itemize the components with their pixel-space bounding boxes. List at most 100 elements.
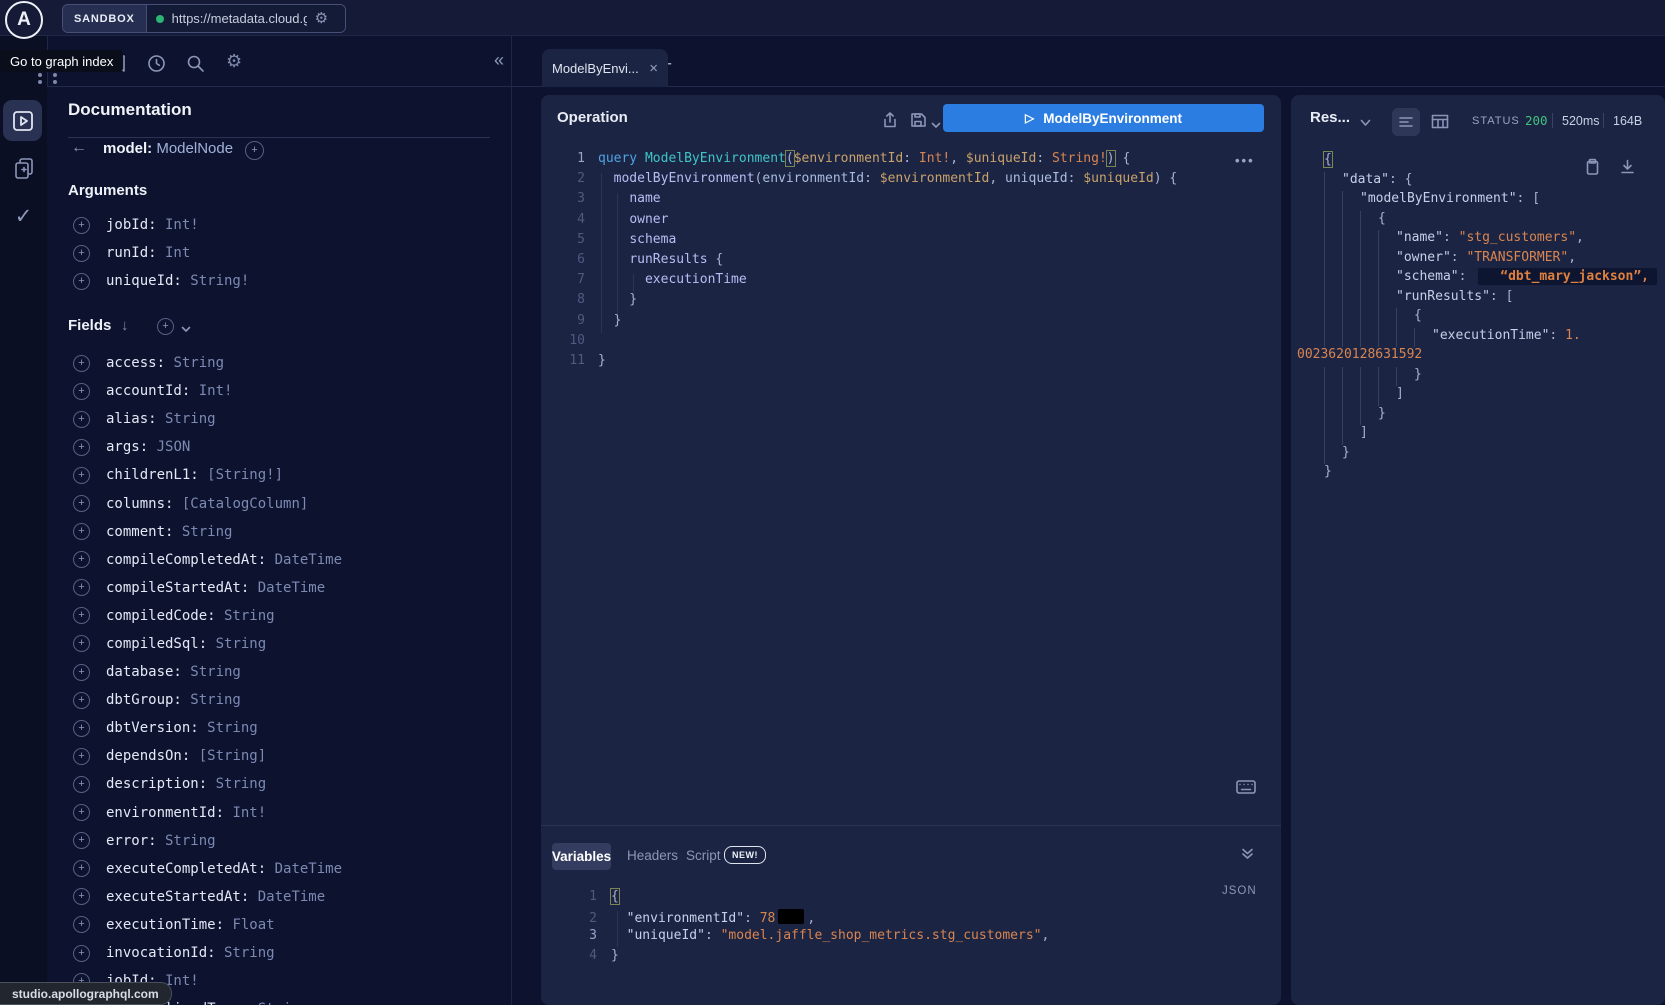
field-type[interactable]: String — [182, 664, 241, 680]
tab-variables[interactable]: Variables — [552, 843, 611, 870]
doc-field-row[interactable]: +invocationId: String — [73, 939, 511, 967]
add-field-button[interactable]: + — [73, 495, 90, 512]
field-type[interactable]: DateTime — [266, 861, 342, 877]
field-type[interactable]: DateTime — [249, 580, 325, 596]
add-field-button[interactable]: + — [73, 355, 90, 372]
doc-field-row[interactable]: +error: String — [73, 827, 511, 855]
keyboard-shortcuts-icon[interactable] — [1236, 780, 1256, 799]
add-field-button[interactable]: + — [73, 273, 90, 290]
view-table-toggle[interactable] — [1431, 114, 1449, 134]
save-chevron-icon[interactable] — [931, 116, 941, 134]
field-type[interactable]: String — [182, 692, 241, 708]
doc-field-row[interactable]: +accountId: Int! — [73, 377, 511, 405]
doc-field-row[interactable]: +executeStartedAt: DateTime — [73, 883, 511, 911]
doc-field-row[interactable]: +compiledCode: String — [73, 602, 511, 630]
settings-gear-icon[interactable]: ⚙ — [226, 51, 242, 72]
tab-headers[interactable]: Headers — [627, 848, 678, 863]
add-field-button[interactable]: + — [73, 579, 90, 596]
field-type[interactable]: Float — [224, 917, 275, 933]
add-fields-chevron-icon[interactable] — [181, 320, 191, 338]
share-icon[interactable] — [881, 111, 899, 134]
doc-field-row[interactable]: +compileStartedAt: DateTime — [73, 574, 511, 602]
add-field-button[interactable]: + — [73, 720, 90, 737]
add-field-button[interactable]: + — [73, 945, 90, 962]
doc-field-row[interactable]: +executionTime: Float — [73, 911, 511, 939]
field-type[interactable]: String — [216, 608, 275, 624]
add-field-button[interactable]: + — [73, 439, 90, 456]
add-field-button[interactable]: + — [73, 383, 90, 400]
endpoint-input[interactable]: https://metadata.cloud.get ⚙ — [147, 5, 345, 32]
field-type[interactable]: String — [249, 1001, 308, 1005]
doc-field-row[interactable]: +access: String — [73, 349, 511, 377]
doc-field-row[interactable]: +childrenL1: [String!] — [73, 461, 511, 489]
field-type[interactable]: String — [207, 636, 266, 652]
doc-field-row[interactable]: +environmentId: Int! — [73, 799, 511, 827]
sidebar-item-schema[interactable] — [0, 156, 47, 185]
add-field-button[interactable]: + — [73, 692, 90, 709]
add-field-button[interactable]: + — [73, 748, 90, 765]
add-field-button[interactable]: + — [73, 411, 90, 428]
history-icon[interactable] — [146, 53, 167, 79]
add-field-button[interactable]: + — [73, 832, 90, 849]
doc-field-row[interactable]: +dbtVersion: String — [73, 714, 511, 742]
response-json[interactable]: {"data": {"modelByEnvironment": [{"name"… — [1291, 152, 1665, 484]
apollo-logo[interactable]: A — [5, 1, 43, 39]
connection-settings-gear-icon[interactable]: ⚙ — [315, 11, 328, 26]
add-field-button[interactable]: + — [73, 916, 90, 933]
field-type[interactable]: String — [157, 833, 216, 849]
field-type[interactable]: String! — [182, 273, 249, 289]
doc-field-row[interactable]: +compileCompletedAt: DateTime — [73, 546, 511, 574]
field-type[interactable]: DateTime — [249, 889, 325, 905]
field-type[interactable]: JSON — [148, 439, 190, 455]
add-field-button[interactable]: + — [73, 888, 90, 905]
tab-modelbyenvironment[interactable]: ModelByEnvi... × — [542, 49, 668, 87]
sort-fields-icon[interactable]: ↓ — [121, 317, 129, 334]
close-tab-icon[interactable]: × — [649, 60, 658, 77]
response-chevron-icon[interactable] — [1360, 114, 1371, 132]
add-field-button[interactable]: + — [73, 776, 90, 793]
operation-editor[interactable]: 1query ModelByEnvironment($environmentId… — [541, 151, 1281, 373]
add-field-button[interactable]: + — [73, 607, 90, 624]
field-type[interactable]: Int! — [157, 217, 199, 233]
field-type[interactable]: [String] — [190, 748, 266, 764]
doc-field-row[interactable]: +database: String — [73, 658, 511, 686]
field-type[interactable]: String — [165, 355, 224, 371]
add-field-button[interactable]: + — [73, 467, 90, 484]
field-type[interactable]: String — [216, 945, 275, 961]
doc-field-row[interactable]: +args: JSON — [73, 433, 511, 461]
add-field-button[interactable]: + — [73, 245, 90, 262]
collapse-variables-icon[interactable] — [1241, 847, 1254, 865]
doc-field-row[interactable]: +comment: String — [73, 518, 511, 546]
doc-field-row[interactable]: +compiledSql: String — [73, 630, 511, 658]
collapse-sidebar-icon[interactable]: « — [494, 50, 502, 71]
search-icon[interactable] — [185, 53, 206, 79]
doc-field-row[interactable]: +dbtGroup: String — [73, 686, 511, 714]
type-name-link[interactable]: ModelNode — [156, 140, 233, 157]
variables-editor[interactable]: 1{2 "environmentId": 78,3 "uniqueId": "m… — [541, 889, 1281, 968]
back-arrow-icon[interactable]: ← — [71, 139, 87, 157]
field-type[interactable]: String — [173, 524, 232, 540]
add-field-button[interactable]: + — [73, 860, 90, 877]
view-json-toggle[interactable] — [1392, 108, 1420, 136]
add-fields-button[interactable]: + — [157, 318, 174, 335]
sidebar-item-explorer[interactable] — [3, 100, 42, 141]
add-field-button[interactable]: + — [73, 217, 90, 234]
endpoint-url[interactable]: https://metadata.cloud.get — [172, 11, 307, 26]
add-field-button[interactable]: + — [73, 664, 90, 681]
doc-field-row[interactable]: +dependsOn: [String] — [73, 742, 511, 770]
field-type[interactable]: Int! — [224, 805, 266, 821]
tab-script[interactable]: Script — [686, 848, 721, 863]
add-field-button[interactable]: + — [73, 635, 90, 652]
save-icon[interactable] — [909, 111, 927, 134]
field-type[interactable]: DateTime — [266, 552, 342, 568]
field-type[interactable]: [CatalogColumn] — [173, 496, 308, 512]
field-type[interactable]: [String!] — [199, 467, 283, 483]
doc-field-row[interactable]: +runId: Int — [73, 239, 511, 267]
add-field-button[interactable]: + — [73, 804, 90, 821]
field-type[interactable]: String — [207, 776, 266, 792]
field-type[interactable]: String — [157, 411, 216, 427]
run-operation-button[interactable]: ▷ ModelByEnvironment — [943, 104, 1264, 132]
doc-field-row[interactable]: +uniqueId: String! — [73, 267, 511, 295]
doc-field-row[interactable]: +executeCompletedAt: DateTime — [73, 855, 511, 883]
field-type[interactable]: Int — [157, 245, 191, 261]
